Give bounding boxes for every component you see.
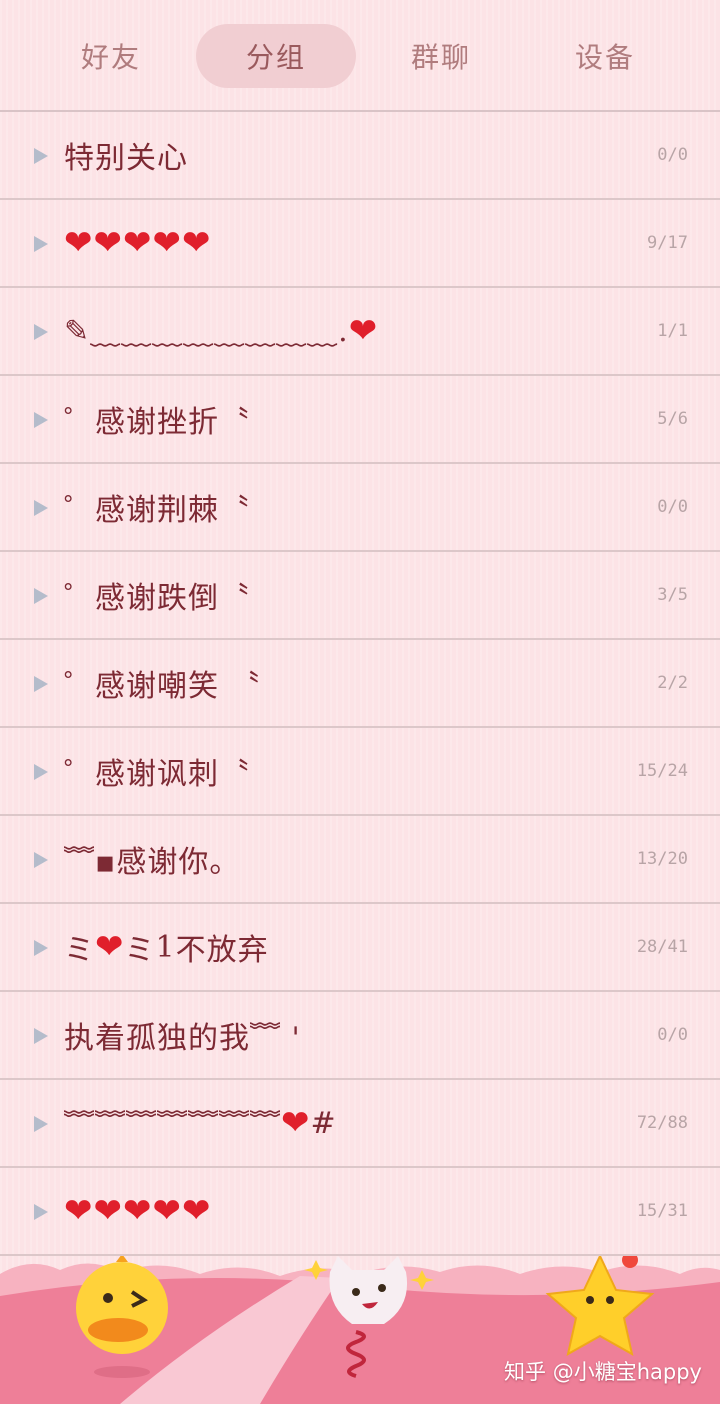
group-count: 13/20	[636, 849, 688, 869]
group-count: 15/24	[636, 761, 688, 781]
group-count: 5/6	[657, 409, 688, 429]
group-name: ゜感谢挫折〝	[64, 405, 250, 440]
expand-arrow-icon	[34, 236, 48, 252]
group-count: 3/5	[657, 585, 688, 605]
group-count: 15/31	[636, 1201, 688, 1221]
watermark-text: 知乎 @小糖宝happy	[504, 1360, 702, 1384]
expand-arrow-icon	[34, 148, 48, 164]
group-row[interactable]: ❤ ❤ ❤ ❤ ❤ 15/31	[0, 1168, 720, 1256]
group-row[interactable]: ゜感谢讽刺〝 15/24	[0, 728, 720, 816]
expand-arrow-icon	[34, 764, 48, 780]
group-row[interactable]: ﹌ ﹌ ﹌ ﹌ ﹌ ﹌ ﹌ ❤ # 72/88	[0, 1080, 720, 1168]
group-name: ゜感谢跌倒〝	[64, 581, 250, 616]
group-count: 28/41	[636, 937, 688, 957]
group-name: ゜感谢嘲笑 〝	[64, 669, 261, 704]
tab-groups[interactable]: 分组	[196, 24, 356, 88]
expand-arrow-icon	[34, 940, 48, 956]
group-count: 72/88	[636, 1113, 688, 1133]
group-row[interactable]: ゜感谢荆棘〝 0/0	[0, 464, 720, 552]
group-row[interactable]: ゜感谢嘲笑 〝 2/2	[0, 640, 720, 728]
expand-arrow-icon	[34, 412, 48, 428]
group-name: ゜感谢讽刺〝	[64, 757, 250, 792]
group-count: 0/0	[657, 145, 688, 165]
group-name: ❤ ❤ ❤ ❤ ❤	[64, 1191, 212, 1231]
group-row[interactable]: ゜感谢挫折〝 5/6	[0, 376, 720, 464]
group-name: ﹌ ﹌ ﹌ ﹌ ﹌ ﹌ ﹌ ❤ #	[64, 1103, 337, 1144]
tab-group-chats[interactable]: 群聊	[366, 24, 516, 88]
group-list: 特别关心 0/0 ❤ ❤ ❤ ❤ ❤ 9/17 ✎ ﹏ ﹏ ﹏ ﹏ ﹏ ﹏ ﹏ ﹏. ❤ 1/1 …	[0, 112, 720, 1256]
group-row[interactable]: 执着孤独的我﹌ ' 0/0	[0, 992, 720, 1080]
group-count: 0/0	[657, 1025, 688, 1045]
group-count: 2/2	[657, 673, 688, 693]
expand-arrow-icon	[34, 676, 48, 692]
expand-arrow-icon	[34, 500, 48, 516]
expand-arrow-icon	[34, 852, 48, 868]
group-count: 1/1	[657, 321, 688, 341]
expand-arrow-icon	[34, 1204, 48, 1220]
group-row[interactable]: ✎ ﹏ ﹏ ﹏ ﹏ ﹏ ﹏ ﹏ ﹏. ❤ 1/1	[0, 288, 720, 376]
group-name: ﹌▪感谢你。	[64, 845, 241, 880]
page-background: 好友 分组 群聊 设备 特别关心 0/0 ❤ ❤ ❤ ❤ ❤ 9/17 ✎ ﹏ ﹏ ﹏…	[0, 0, 720, 1404]
tab-friends[interactable]: 好友	[36, 24, 186, 88]
group-row[interactable]: ﹌▪感谢你。 13/20	[0, 816, 720, 904]
group-count: 9/17	[647, 233, 688, 253]
group-name: ミ ❤ ミ 1 不放弃	[64, 927, 269, 968]
group-row[interactable]: 特别关心 0/0	[0, 112, 720, 200]
expand-arrow-icon	[34, 1028, 48, 1044]
tab-devices[interactable]: 设备	[530, 24, 680, 88]
group-row[interactable]: ミ ❤ ミ 1 不放弃 28/41	[0, 904, 720, 992]
group-name: 特别关心	[64, 141, 188, 176]
tab-bar: 好友 分组 群聊 设备	[0, 0, 720, 112]
group-name: ✎ ﹏ ﹏ ﹏ ﹏ ﹏ ﹏ ﹏ ﹏. ❤	[64, 311, 379, 352]
bottom-scenery: 知乎 @小糖宝happy	[0, 1256, 720, 1404]
group-row[interactable]: ゜感谢跌倒〝 3/5	[0, 552, 720, 640]
expand-arrow-icon	[34, 588, 48, 604]
group-row[interactable]: ❤ ❤ ❤ ❤ ❤ 9/17	[0, 200, 720, 288]
expand-arrow-icon	[34, 324, 48, 340]
expand-arrow-icon	[34, 1116, 48, 1132]
group-name: ゜感谢荆棘〝	[64, 493, 250, 528]
group-name: 执着孤独的我﹌ '	[64, 1021, 301, 1056]
group-name: ❤ ❤ ❤ ❤ ❤	[64, 223, 212, 263]
group-count: 0/0	[657, 497, 688, 517]
